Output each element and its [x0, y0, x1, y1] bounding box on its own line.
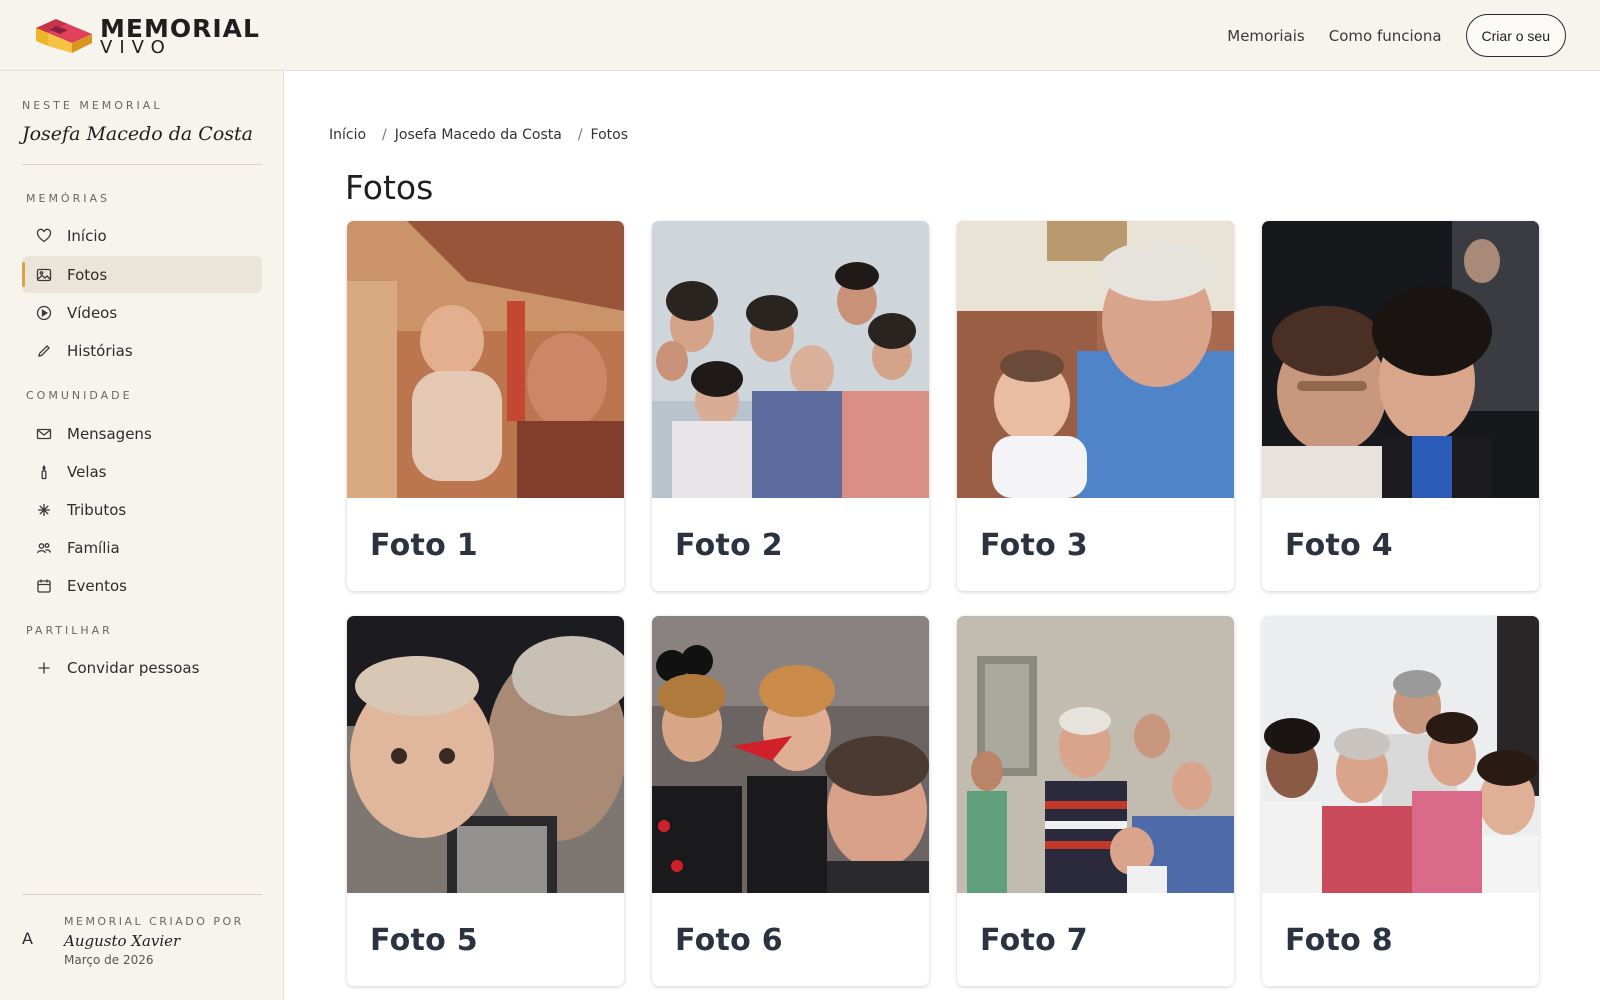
sidebar-item-familia[interactable]: Família — [22, 529, 262, 566]
photo-card[interactable]: Foto 1 — [347, 221, 624, 591]
breadcrumb-separator: / — [382, 127, 387, 143]
sidebar-item-label: Mensagens — [67, 424, 152, 443]
sidebar-item-label: Tributos — [67, 500, 127, 519]
invite-people-button[interactable]: Convidar pessoas — [22, 649, 262, 686]
logo[interactable]: MEMORIAL VIVO — [34, 16, 260, 57]
sidebar-item-label: Família — [67, 538, 120, 557]
photo-thumbnail — [1262, 221, 1539, 498]
sidebar-item-label: Início — [67, 226, 107, 245]
nav-link-memoriais[interactable]: Memoriais — [1227, 27, 1304, 45]
photo-thumbnail — [652, 616, 929, 893]
photo-caption: Foto 6 — [675, 923, 783, 958]
photo-thumbnail — [652, 221, 929, 498]
pencil-icon — [36, 343, 52, 359]
breadcrumb-separator: / — [577, 127, 583, 143]
image-icon — [36, 267, 52, 283]
photo-thumbnail — [347, 221, 624, 498]
page-title: Fotos — [345, 168, 434, 207]
sidebar-item-label: Fotos — [67, 265, 108, 284]
photo-card[interactable]: Foto 3 — [957, 221, 1234, 591]
sidebar-item-label: Eventos — [67, 576, 127, 595]
photo-caption: Foto 4 — [1285, 528, 1393, 563]
photo-card[interactable]: Foto 7 — [957, 616, 1234, 986]
memorial-name: Josefa Macedo da Costa — [22, 123, 253, 145]
creator-name: Augusto Xavier — [64, 932, 181, 950]
nav-link-como-funciona[interactable]: Como funciona — [1329, 27, 1442, 45]
photo-caption: Foto 7 — [980, 923, 1088, 958]
sidebar-item-label: Histórias — [67, 341, 133, 360]
play-icon — [36, 305, 52, 321]
photo-thumbnail — [957, 221, 1234, 498]
heart-icon — [36, 228, 52, 244]
create-memorial-button[interactable]: Criar o seu — [1465, 14, 1566, 57]
people-icon — [36, 540, 52, 556]
sidebar-item-videos[interactable]: Vídeos — [22, 294, 262, 331]
photo-caption: Foto 2 — [675, 528, 783, 563]
photo-caption: Foto 3 — [980, 528, 1088, 563]
photo-card[interactable]: Foto 4 — [1262, 221, 1539, 591]
photo-card[interactable]: Foto 5 — [347, 616, 624, 986]
mail-icon — [36, 426, 52, 442]
breadcrumb-item-memorial[interactable]: Josefa Macedo da Costa — [395, 127, 562, 143]
sidebar-item-eventos[interactable]: Eventos — [22, 567, 262, 604]
creator-eyebrow: MEMORIAL CRIADO POR — [64, 915, 244, 928]
photo-card[interactable]: Foto 2 — [652, 221, 929, 591]
sidebar-item-historias[interactable]: Histórias — [22, 332, 262, 369]
top-bar: MEMORIAL VIVO Memoriais Como funciona Cr… — [0, 0, 1600, 71]
photo-caption: Foto 8 — [1285, 923, 1393, 958]
photo-thumbnail — [1262, 616, 1539, 893]
created-date: Março de 2026 — [64, 953, 154, 967]
section-title-partilhar: PARTILHAR — [26, 624, 113, 637]
sidebar-item-velas[interactable]: Velas — [22, 453, 262, 490]
section-title-memorias: MEMÓRIAS — [26, 192, 110, 205]
sidebar-item-tributos[interactable]: Tributos — [22, 491, 262, 528]
photo-thumbnail — [957, 616, 1234, 893]
breadcrumb: Início / Josefa Macedo da Costa / Fotos — [329, 127, 628, 143]
logo-mark-icon — [36, 19, 92, 53]
main-nav: Memoriais Como funciona Criar o seu — [1227, 14, 1566, 57]
candle-icon — [36, 464, 52, 480]
photo-caption: Foto 1 — [370, 528, 478, 563]
photo-card[interactable]: Foto 6 — [652, 616, 929, 986]
photo-card[interactable]: Foto 8 — [1262, 616, 1539, 986]
photo-thumbnail — [347, 616, 624, 893]
calendar-icon — [36, 578, 52, 594]
breadcrumb-item-current: Fotos — [590, 127, 629, 143]
divider — [22, 164, 262, 165]
memorial-eyebrow: NESTE MEMORIAL — [22, 99, 163, 112]
sidebar-item-fotos[interactable]: Fotos — [22, 256, 262, 293]
sidebar: NESTE MEMORIAL Josefa Macedo da Costa ME… — [0, 71, 284, 1000]
avatar: A — [22, 929, 33, 948]
sparkle-icon — [36, 502, 52, 518]
sidebar-item-mensagens[interactable]: Mensagens — [22, 415, 262, 452]
sidebar-item-label: Velas — [67, 462, 107, 481]
breadcrumb-item-inicio[interactable]: Início — [329, 127, 366, 143]
photo-caption: Foto 5 — [370, 923, 478, 958]
sidebar-item-inicio[interactable]: Início — [22, 217, 262, 254]
sidebar-item-label: Vídeos — [67, 303, 118, 322]
plus-icon — [36, 660, 52, 676]
sidebar-item-label: Convidar pessoas — [67, 658, 200, 677]
divider — [22, 894, 262, 895]
section-title-comunidade: COMUNIDADE — [26, 389, 133, 402]
